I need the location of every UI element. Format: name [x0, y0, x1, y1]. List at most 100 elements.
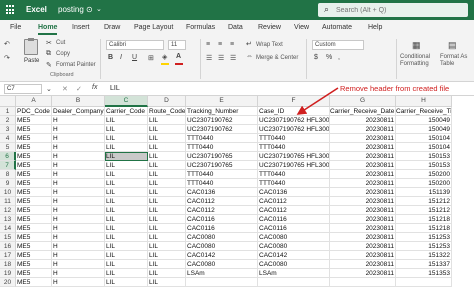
table-cell[interactable]: TTT0440 — [186, 134, 258, 143]
table-cell[interactable]: 151212 — [396, 206, 452, 215]
table-cell[interactable]: LIL — [105, 170, 148, 179]
table-cell[interactable]: ME5 — [16, 134, 52, 143]
table-cell[interactable]: 151139 — [396, 188, 452, 197]
table-cell[interactable]: 20230811 — [330, 170, 396, 179]
italic-button[interactable]: I — [120, 54, 122, 61]
column-header-g[interactable]: G — [330, 96, 396, 107]
table-cell[interactable]: 20230811 — [330, 233, 396, 242]
table-cell[interactable]: LIL — [148, 125, 186, 134]
table-cell[interactable]: LIL — [105, 242, 148, 251]
redo-icon[interactable]: ↷ — [4, 54, 10, 62]
font-size-select[interactable]: 11 — [168, 40, 186, 50]
table-cell[interactable]: 20230811 — [330, 116, 396, 125]
table-cell[interactable]: CAC0080 — [186, 233, 258, 242]
merge-center-button[interactable]: Merge & Center — [256, 55, 298, 61]
row-header[interactable]: 7 — [0, 161, 16, 170]
row-header[interactable]: 3 — [0, 125, 16, 134]
table-cell[interactable]: 150049 — [396, 116, 452, 125]
column-header-d[interactable]: D — [148, 96, 186, 107]
table-cell[interactable]: H — [52, 161, 105, 170]
table-cell[interactable]: LIL — [105, 251, 148, 260]
formula-input[interactable]: LIL — [110, 85, 120, 92]
table-cell[interactable]: 150200 — [396, 170, 452, 179]
table-cell[interactable]: 20230811 — [330, 134, 396, 143]
table-cell[interactable]: UC2307190765 — [186, 152, 258, 161]
table-cell[interactable]: TTT0440 — [258, 143, 330, 152]
table-cell[interactable]: LIL — [105, 134, 148, 143]
table-cell[interactable]: LIL — [105, 116, 148, 125]
table-cell[interactable]: H — [52, 125, 105, 134]
row-header[interactable]: 14 — [0, 224, 16, 233]
format-painter-icon[interactable]: ✎ — [46, 61, 52, 69]
search-box[interactable]: ⌕ — [318, 3, 468, 17]
table-cell[interactable]: 20230811 — [330, 251, 396, 260]
table-cell[interactable]: 20230811 — [330, 269, 396, 278]
table-cell[interactable]: LIL — [148, 134, 186, 143]
table-cell[interactable]: ME5 — [16, 143, 52, 152]
table-cell[interactable]: LIL — [148, 179, 186, 188]
table-cell[interactable]: 20230811 — [330, 215, 396, 224]
table-cell[interactable]: UC2307190762 HFL300 — [258, 116, 330, 125]
table-cell[interactable]: CAC0080 — [186, 242, 258, 251]
table-cell[interactable]: 20230811 — [330, 152, 396, 161]
header-cell[interactable]: Dealer_Company — [52, 107, 105, 116]
table-cell[interactable]: 20230811 — [330, 206, 396, 215]
document-name[interactable]: posting — [58, 5, 84, 14]
confirm-icon[interactable]: ✓ — [76, 85, 82, 93]
table-cell[interactable]: LIL — [148, 143, 186, 152]
table-cell[interactable]: 151337 — [396, 260, 452, 269]
table-cell[interactable]: H — [52, 278, 105, 287]
format-as-table-button[interactable]: Format As Table — [440, 54, 474, 68]
table-cell[interactable]: CAC0080 — [258, 260, 330, 269]
row-header[interactable]: 11 — [0, 197, 16, 206]
underline-button[interactable]: U — [132, 54, 137, 61]
tab-data[interactable]: Data — [228, 24, 243, 31]
number-format-select[interactable]: Custom — [312, 40, 364, 50]
wrap-text-button[interactable]: Wrap Text — [256, 42, 283, 48]
tab-review[interactable]: Review — [258, 24, 281, 31]
column-header-e[interactable]: E — [186, 96, 258, 107]
table-cell[interactable]: ME5 — [16, 224, 52, 233]
column-header-b[interactable]: B — [52, 96, 105, 107]
table-cell[interactable]: CAC0136 — [258, 188, 330, 197]
table-cell[interactable]: 151353 — [396, 269, 452, 278]
align-right-icon[interactable]: ☰ — [230, 54, 236, 62]
header-cell[interactable]: Tracking_Number — [186, 107, 258, 116]
row-header[interactable]: 8 — [0, 170, 16, 179]
table-cell[interactable]: CAC0142 — [186, 251, 258, 260]
table-cell[interactable]: ME5 — [16, 278, 52, 287]
row-header[interactable]: 13 — [0, 215, 16, 224]
font-color-icon[interactable]: A — [176, 53, 181, 60]
format-as-table-icon[interactable]: ▤ — [448, 40, 457, 51]
column-header-a[interactable]: A — [16, 96, 52, 107]
table-cell[interactable]: ME5 — [16, 206, 52, 215]
table-cell[interactable]: ME5 — [16, 125, 52, 134]
align-center-icon[interactable]: ☰ — [218, 54, 224, 62]
table-cell[interactable]: LIL — [148, 206, 186, 215]
table-cell[interactable]: 150153 — [396, 152, 452, 161]
table-cell[interactable]: H — [52, 251, 105, 260]
table-cell[interactable]: LIL — [105, 197, 148, 206]
table-cell[interactable]: ME5 — [16, 188, 52, 197]
row-header[interactable]: 16 — [0, 242, 16, 251]
copy-icon[interactable]: ⧉ — [46, 50, 51, 58]
align-bottom-icon[interactable]: ≡ — [230, 41, 234, 48]
table-cell[interactable]: H — [52, 224, 105, 233]
table-cell[interactable]: LIL — [148, 242, 186, 251]
table-cell[interactable]: CAC0112 — [186, 197, 258, 206]
table-cell[interactable]: CAC0080 — [258, 242, 330, 251]
cancel-icon[interactable]: ✕ — [62, 85, 68, 93]
header-cell[interactable]: Case_ID — [258, 107, 330, 116]
copy-button[interactable]: Copy — [56, 51, 70, 57]
table-cell[interactable]: LIL — [105, 143, 148, 152]
table-cell[interactable]: LIL — [105, 206, 148, 215]
bold-button[interactable]: B — [108, 54, 113, 61]
table-cell[interactable]: 150104 — [396, 143, 452, 152]
tab-insert[interactable]: Insert — [72, 24, 90, 31]
table-cell[interactable]: ME5 — [16, 215, 52, 224]
table-cell[interactable]: CAC0080 — [186, 260, 258, 269]
row-header[interactable]: 1 — [0, 107, 16, 116]
table-cell[interactable]: LIL — [148, 260, 186, 269]
table-cell[interactable]: LIL — [148, 161, 186, 170]
table-cell[interactable]: H — [52, 116, 105, 125]
